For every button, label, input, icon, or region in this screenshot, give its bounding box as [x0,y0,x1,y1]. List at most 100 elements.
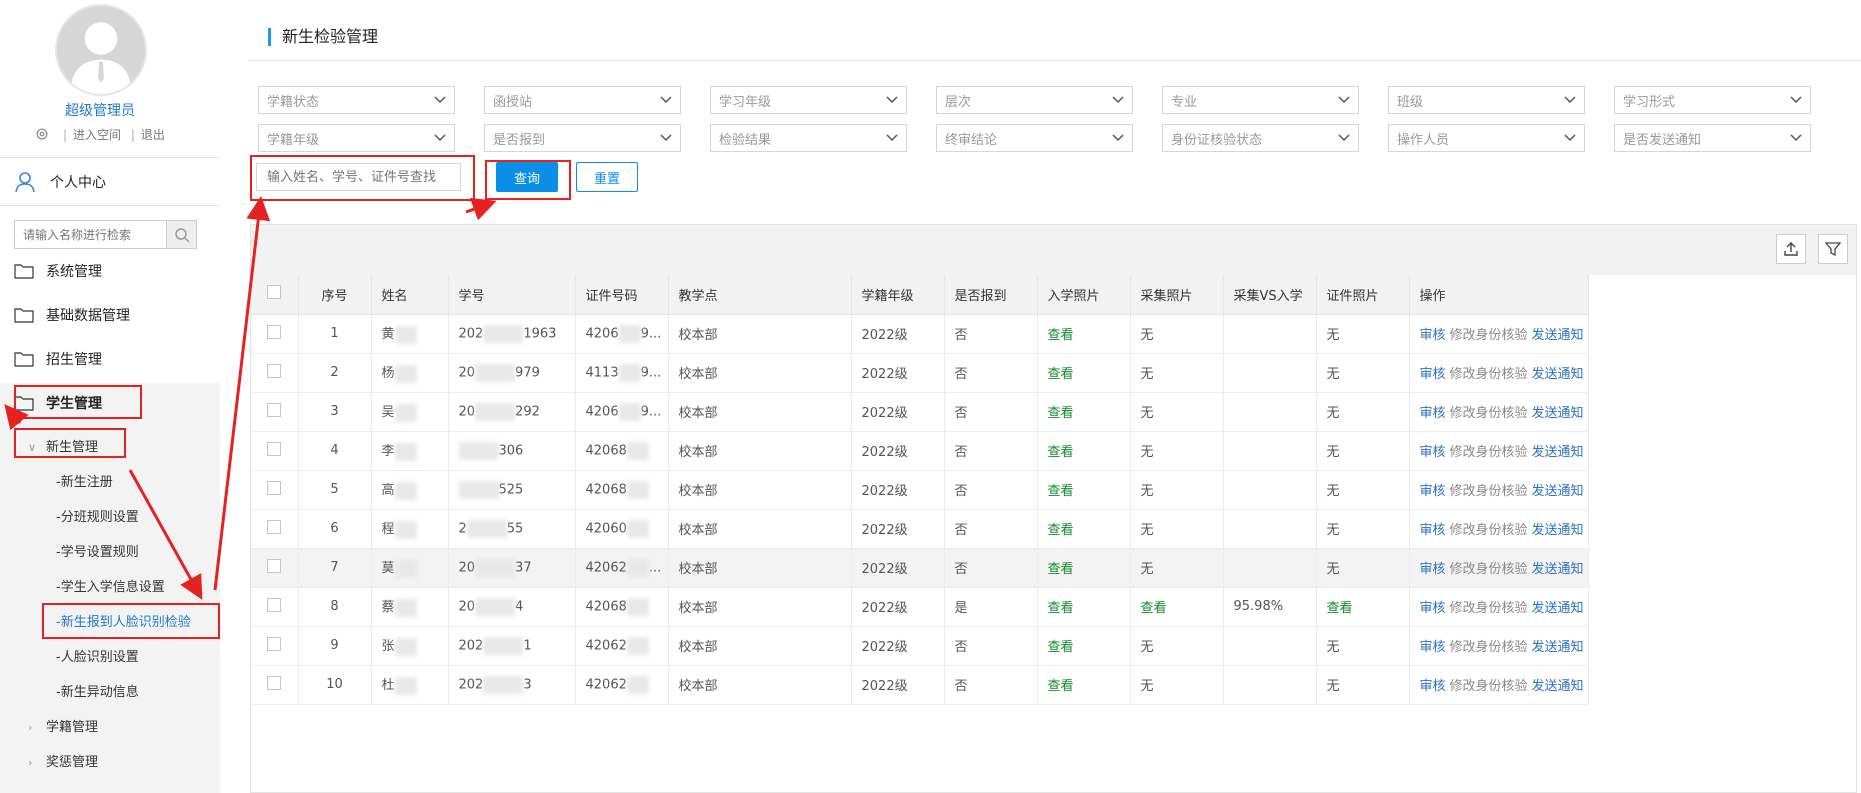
modify-id-verify-link[interactable]: 修改身份核验 [1450,640,1528,655]
table-row[interactable]: 3 吴 20 292 4206 9... 校本部 2022级否查看 无 无 审核 修改身份核验 发送通知 [251,392,1589,432]
filter-class[interactable]: 班级 [1388,86,1585,114]
view-photo-link[interactable]: 查看 [1048,679,1074,694]
filter-final-conclusion[interactable]: 终审结论 [936,124,1133,152]
send-notice-link[interactable]: 发送通知 [1532,328,1584,343]
row-checkbox-cell[interactable] [251,392,299,432]
row-checkbox-cell[interactable] [251,353,299,393]
filter-notified[interactable]: 是否发送通知 [1614,124,1811,152]
modify-id-verify-link[interactable]: 修改身份核验 [1450,601,1528,616]
table-row[interactable]: 1 黄 202 1963 4206 9... 校本部 2022级否查看 无 无 审核 修改身份核验 发送… [251,314,1589,354]
sidebar-item-changes[interactable]: -新生异动信息 [56,681,139,700]
filter-station[interactable]: 函授站 [484,86,681,114]
select-all-cell[interactable] [251,275,299,315]
row-checkbox-cell[interactable] [251,626,299,666]
enter-space-link[interactable]: 进入空间 [73,128,121,142]
send-notice-link[interactable]: 发送通知 [1532,679,1584,694]
filter-check-result[interactable]: 检验结果 [710,124,907,152]
row-checkbox[interactable] [267,636,282,651]
table-row[interactable]: 2 杨 20 979 4113 9... 校本部 2022级否查看 无 无 审核 修改身份核验 发送通知 [251,353,1589,393]
filter-level[interactable]: 层次 [936,86,1133,114]
view-photo-link[interactable]: 查看 [1048,484,1074,499]
send-notice-link[interactable]: 发送通知 [1532,523,1584,538]
user-name[interactable]: 超级管理员 [0,100,200,120]
filter-study-grade[interactable]: 学习年级 [710,86,907,114]
row-checkbox[interactable] [267,558,282,573]
view-collect-link[interactable]: 查看 [1141,601,1167,616]
select-all-checkbox[interactable] [267,285,282,300]
sidebar-item-register[interactable]: -新生注册 [56,471,113,490]
menu-system[interactable]: 系统管理 [14,261,102,281]
filter-study-form[interactable]: 学习形式 [1614,86,1811,114]
view-photo-link[interactable]: 查看 [1048,562,1074,577]
table-row[interactable]: 10 杜 202 3 42062 校本部 2022级否查看无无审核 修改身份核验 发送通知 [251,665,1589,705]
filter-reported[interactable]: 是否报到 [484,124,681,152]
view-photo-link[interactable]: 查看 [1048,601,1074,616]
modify-id-verify-link[interactable]: 修改身份核验 [1450,484,1528,499]
filter-major[interactable]: 专业 [1162,86,1359,114]
logout-link[interactable]: 退出 [141,128,165,142]
audit-link[interactable]: 审核 [1420,484,1446,499]
row-checkbox[interactable] [267,402,282,417]
audit-link[interactable]: 审核 [1420,406,1446,421]
modify-id-verify-link[interactable]: 修改身份核验 [1450,367,1528,382]
sidebar-item-sid-rules[interactable]: -学号设置规则 [56,541,139,560]
modify-id-verify-link[interactable]: 修改身份核验 [1450,406,1528,421]
send-notice-link[interactable]: 发送通知 [1532,406,1584,421]
sidebar-item-enroll-info[interactable]: -学生入学信息设置 [56,576,165,595]
sidebar-search-button[interactable] [166,221,196,248]
modify-id-verify-link[interactable]: 修改身份核验 [1450,679,1528,694]
row-checkbox[interactable] [267,519,282,534]
row-checkbox-cell[interactable] [251,509,299,549]
view-photo-link[interactable]: 查看 [1048,328,1074,343]
row-checkbox-cell[interactable] [251,587,299,627]
sidebar-item-face-settings[interactable]: -人脸识别设置 [56,646,139,665]
view-photo-link[interactable]: 查看 [1048,406,1074,421]
view-cert-link[interactable]: 查看 [1327,601,1353,616]
view-photo-link[interactable]: 查看 [1048,640,1074,655]
filter-id-verify[interactable]: 身份证核验状态 [1162,124,1359,152]
row-checkbox-cell[interactable] [251,548,299,588]
send-notice-link[interactable]: 发送通知 [1532,562,1584,577]
audit-link[interactable]: 审核 [1420,601,1446,616]
sidebar-item-class-rules[interactable]: -分班规则设置 [56,506,139,525]
audit-link[interactable]: 审核 [1420,328,1446,343]
filter-status[interactable]: 学籍状态 [258,86,455,114]
row-checkbox[interactable] [267,597,282,612]
gear-icon[interactable] [35,127,49,141]
row-checkbox[interactable] [267,441,282,456]
audit-link[interactable]: 审核 [1420,523,1446,538]
audit-link[interactable]: 审核 [1420,445,1446,460]
menu-base-data[interactable]: 基础数据管理 [14,305,130,325]
table-row[interactable]: 6 程 2 55 42060 校本部 2022级否查看 无 无 审核 修改身份核验 发送通知 [251,509,1589,549]
row-checkbox[interactable] [267,480,282,495]
table-row[interactable]: 5 高 525 42068 校本部 2022级否查看 无 无 审核 修改身份核验 发送通知 [251,470,1589,510]
row-checkbox[interactable] [267,675,282,690]
filter-columns-button[interactable] [1818,234,1848,264]
export-button[interactable] [1776,234,1806,264]
send-notice-link[interactable]: 发送通知 [1532,601,1584,616]
audit-link[interactable]: 审核 [1420,679,1446,694]
table-row[interactable]: 9 张 202 1 42062 校本部 2022级否查看无无审核 修改身份核验 发送通知 [251,626,1589,666]
row-checkbox[interactable] [267,324,282,339]
view-photo-link[interactable]: 查看 [1048,523,1074,538]
menu-rewards-group[interactable]: › 奖惩管理 [28,751,98,770]
row-checkbox[interactable] [267,363,282,378]
filter-operator[interactable]: 操作人员 [1388,124,1585,152]
audit-link[interactable]: 审核 [1420,367,1446,382]
modify-id-verify-link[interactable]: 修改身份核验 [1450,523,1528,538]
reset-button[interactable]: 重置 [576,162,638,192]
send-notice-link[interactable]: 发送通知 [1532,445,1584,460]
audit-link[interactable]: 审核 [1420,562,1446,577]
personal-center[interactable]: 个人中心 [14,171,106,193]
row-checkbox-cell[interactable] [251,665,299,705]
send-notice-link[interactable]: 发送通知 [1532,640,1584,655]
send-notice-link[interactable]: 发送通知 [1532,484,1584,499]
view-photo-link[interactable]: 查看 [1048,367,1074,382]
modify-id-verify-link[interactable]: 修改身份核验 [1450,328,1528,343]
table-row[interactable]: 4 李 306 42068 校本部 2022级否查看 无 无 审核 修改身份核验 发送通知 [251,431,1589,471]
row-checkbox-cell[interactable] [251,470,299,510]
menu-status-group[interactable]: › 学籍管理 [28,716,98,735]
filter-enroll-grade[interactable]: 学籍年级 [258,124,455,152]
send-notice-link[interactable]: 发送通知 [1532,367,1584,382]
row-checkbox-cell[interactable] [251,314,299,354]
